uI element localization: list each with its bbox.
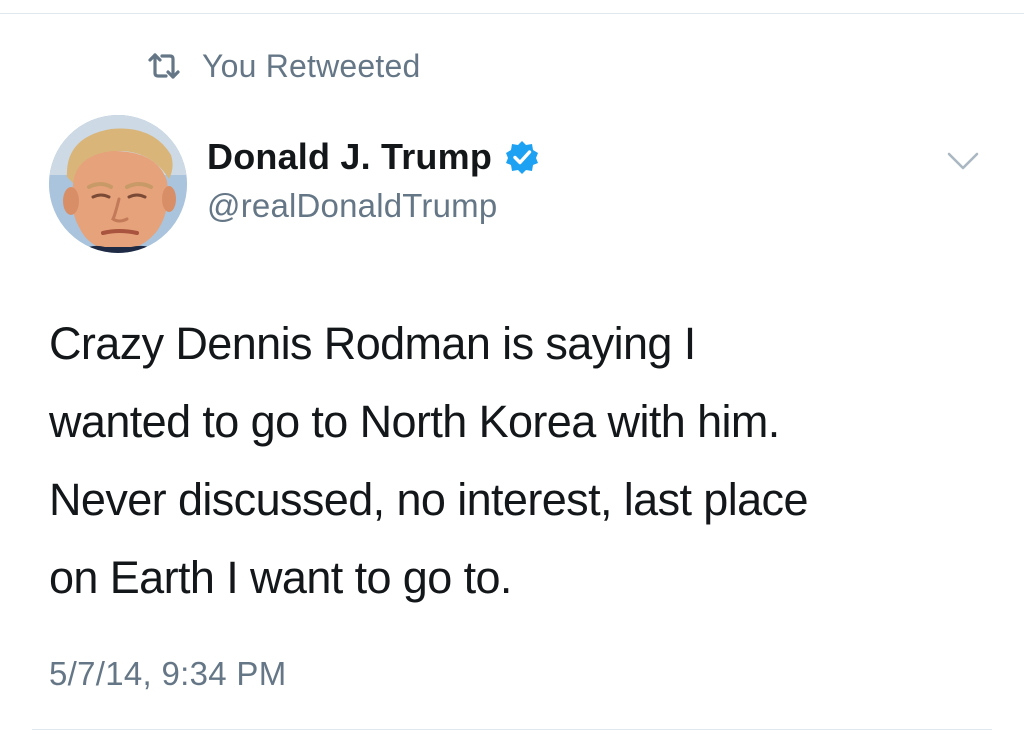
verified-badge-icon	[504, 139, 540, 175]
tweet-text-line: Never discussed, no interest, last place	[49, 474, 808, 525]
retweet-label: You Retweeted	[202, 47, 421, 84]
bottom-divider	[32, 729, 992, 730]
tweet-text-line: on Earth I want to go to.	[49, 552, 512, 603]
author-display-name[interactable]: Donald J. Trump	[207, 136, 492, 178]
chevron-down-icon[interactable]	[943, 146, 983, 176]
retweet-context: You Retweeted	[146, 46, 420, 86]
author-name-row[interactable]: Donald J. Trump	[207, 136, 540, 178]
top-divider	[0, 13, 1024, 14]
avatar[interactable]	[49, 115, 187, 253]
tweet-text: Crazy Dennis Rodman is saying I wanted t…	[49, 305, 989, 617]
retweet-icon	[146, 51, 182, 81]
tweet-text-line: wanted to go to North Korea with him.	[49, 396, 780, 447]
tweet-text-line: Crazy Dennis Rodman is saying I	[49, 318, 696, 369]
tweet-timestamp[interactable]: 5/7/14, 9:34 PM	[49, 655, 286, 693]
author-handle[interactable]: @realDonaldTrump	[207, 187, 497, 225]
